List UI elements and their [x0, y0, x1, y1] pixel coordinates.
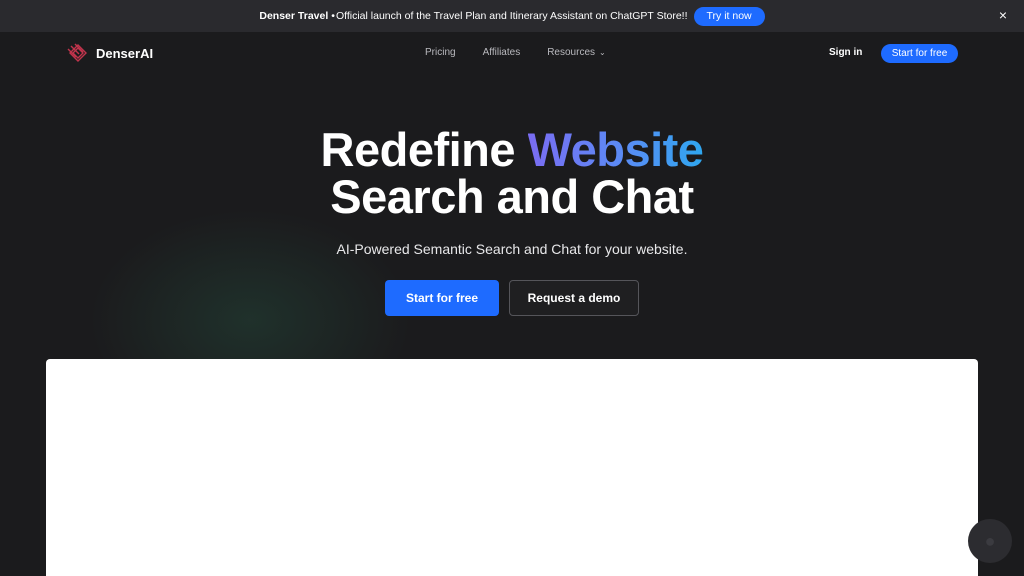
main-nav: Pricing Affiliates Resources ⌄ [425, 47, 633, 58]
nav-resources-label: Resources [547, 47, 596, 58]
nav-pricing-label: Pricing [425, 47, 456, 58]
request-demo-button[interactable]: Request a demo [509, 280, 639, 316]
start-for-free-button[interactable]: Start for free [385, 280, 499, 316]
nav-resources[interactable]: Resources ⌄ [547, 47, 606, 58]
denserai-logo-icon [67, 43, 87, 62]
site-header: DenserAI Pricing Affiliates Resources ⌄ … [0, 32, 1024, 76]
chevron-down-icon: ⌄ [599, 48, 606, 57]
brand-name: DenserAI [96, 45, 154, 61]
header-start-free-button[interactable]: Start for free [881, 44, 958, 63]
close-icon[interactable]: × [996, 8, 1010, 22]
announcement-brand: Denser Travel [259, 10, 329, 22]
sign-in-link[interactable]: Sign in [829, 47, 862, 58]
hero-title-part1: Redefine [320, 123, 528, 176]
nav-affiliates[interactable]: Affiliates [483, 47, 521, 58]
product-preview-panel [46, 359, 978, 576]
announcement-separator: • [331, 10, 335, 22]
hero-title-accent: Website [527, 123, 704, 176]
hero-subtitle: AI-Powered Semantic Search and Chat for … [336, 241, 688, 257]
announcement-message: Official launch of the Travel Plan and I… [335, 10, 688, 22]
chat-widget-button[interactable]: ● [968, 519, 1012, 563]
hero-title-line-2: Search and Chat [330, 170, 694, 223]
page: Denser Travel • Official launch of the T… [0, 0, 1024, 576]
logo-link[interactable]: DenserAI [66, 41, 153, 65]
hero-title: Redefine Website Search and Chat [0, 126, 1024, 220]
hero-title-line-1: Redefine Website [0, 126, 1024, 173]
announcement-bar: Denser Travel • Official launch of the T… [0, 0, 1024, 32]
try-it-now-button[interactable]: Try it now [693, 6, 765, 26]
chat-bubble-icon: ● [984, 530, 996, 551]
nav-pricing[interactable]: Pricing [425, 47, 456, 58]
nav-affiliates-label: Affiliates [482, 47, 521, 58]
